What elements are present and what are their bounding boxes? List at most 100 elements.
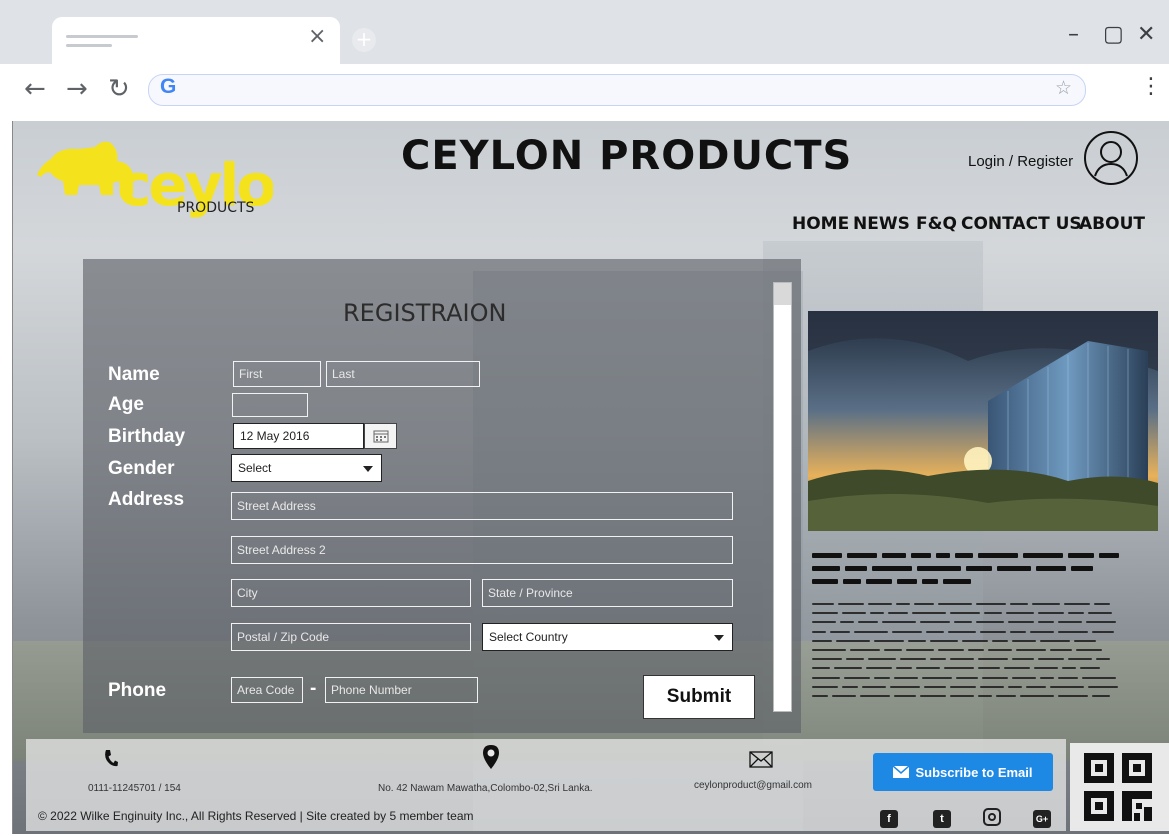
placeholder-text-line (874, 676, 890, 679)
placeholder-text-line (1026, 685, 1046, 688)
placeholder-text-line (1006, 612, 1034, 615)
gender-label: Gender (108, 458, 175, 479)
footer-email[interactable]: ceylonproduct@gmail.com (694, 780, 812, 791)
placeholder-text-line (1050, 685, 1084, 688)
placeholder-heading-line (847, 553, 877, 558)
placeholder-text-line (980, 630, 1006, 633)
nav-contact-us[interactable]: CONTACT US (961, 214, 1082, 234)
placeholder-text-line (1040, 639, 1070, 642)
new-tab-button[interactable]: + (352, 28, 376, 52)
country-select[interactable]: Select Country (482, 623, 733, 651)
qr-code (1070, 743, 1169, 831)
placeholder-text-line (1058, 630, 1088, 633)
placeholder-text-line (926, 630, 944, 633)
footer-copyright: © 2022 Wilke Enginuity Inc., All Rights … (38, 809, 474, 823)
placeholder-text-line (1032, 603, 1060, 605)
building-photo (808, 311, 1158, 531)
birthday-label: Birthday (108, 426, 186, 447)
placeholder-heading-line (882, 553, 906, 558)
email-icon (749, 751, 773, 768)
phone-number-input[interactable] (325, 677, 478, 703)
placeholder-text-line (812, 612, 838, 615)
placeholder-text-line (930, 639, 958, 642)
age-input[interactable] (232, 393, 308, 417)
minimize-icon[interactable]: – (1068, 22, 1079, 47)
city-input[interactable] (231, 579, 471, 607)
placeholder-text-line (1092, 630, 1114, 633)
instagram-icon[interactable] (983, 808, 1001, 826)
submit-button[interactable]: Submit (643, 675, 755, 719)
placeholder-text-line (978, 695, 992, 697)
placeholder-text-line (924, 685, 946, 688)
gender-select[interactable]: Select (231, 454, 382, 482)
postal-zip-input[interactable] (231, 623, 471, 651)
calendar-icon[interactable] (364, 423, 397, 449)
browser-tab[interactable] (52, 17, 340, 64)
placeholder-text-line (920, 695, 946, 697)
area-code-input[interactable] (231, 677, 303, 703)
login-register-link[interactable]: Login / Register (968, 153, 1073, 170)
placeholder-heading-line (897, 579, 917, 584)
nav-about[interactable]: ABOUT (1079, 214, 1145, 234)
logo-subtitle: PRODUCTS (177, 200, 255, 216)
facebook-icon[interactable]: f (880, 810, 898, 828)
placeholder-text-line (812, 649, 846, 651)
placeholder-text-line (988, 649, 1012, 651)
placeholder-text-line (1012, 658, 1034, 661)
maximize-icon[interactable]: ▢ (1103, 22, 1124, 47)
placeholder-text-line (846, 658, 864, 661)
placeholder-text-line (950, 612, 980, 615)
twitter-icon[interactable]: t (933, 810, 951, 828)
footer-address: No. 42 Nawam Mawatha,Colombo-02,Sri Lank… (378, 783, 593, 794)
placeholder-text-line (1040, 676, 1054, 679)
google-plus-icon[interactable]: G+ (1033, 810, 1051, 828)
bookmark-star-icon[interactable]: ☆ (1055, 77, 1072, 99)
address-label: Address (108, 489, 185, 510)
placeholder-text-line (914, 603, 934, 605)
placeholder-text-line (888, 612, 908, 615)
street-address-2-input[interactable] (231, 536, 733, 564)
browser-menu-icon[interactable]: ⋮ (1140, 74, 1162, 99)
panel-scrollbar[interactable] (773, 282, 792, 712)
placeholder-text-line (908, 639, 926, 642)
forward-icon[interactable]: → (66, 74, 88, 104)
state-province-input[interactable] (482, 579, 733, 607)
placeholder-text-line (1010, 630, 1026, 633)
nav-news[interactable]: NEWS (853, 214, 910, 234)
placeholder-text-line (1058, 676, 1078, 679)
tab-close-icon[interactable]: × (308, 24, 326, 49)
subscribe-email-button[interactable]: Subscribe to Email (873, 753, 1053, 791)
placeholder-text-line (1068, 658, 1092, 661)
back-icon[interactable]: ← (24, 74, 46, 104)
birthday-value: 12 May 2016 (240, 429, 310, 443)
placeholder-text-line (842, 612, 866, 615)
window-close-icon[interactable]: ✕ (1137, 22, 1155, 47)
placeholder-text-line (1074, 639, 1096, 642)
birthday-input[interactable]: 12 May 2016 (233, 423, 364, 449)
panel-scroll-thumb[interactable] (774, 283, 791, 305)
placeholder-text-line (900, 658, 926, 661)
instagram-lens (988, 813, 996, 821)
last-name-input[interactable] (326, 361, 480, 387)
placeholder-text-line (812, 685, 838, 688)
placeholder-text-line (1064, 603, 1090, 605)
placeholder-text-line (938, 649, 964, 651)
placeholder-text-line (894, 695, 916, 697)
street-address-input[interactable] (231, 492, 733, 520)
first-name-input[interactable] (233, 361, 321, 387)
address-bar[interactable] (148, 74, 1086, 106)
placeholder-text-line (950, 695, 974, 697)
placeholder-text-line (912, 612, 946, 615)
tab-title-placeholder (66, 35, 138, 38)
footer-phone: 0111-11245701 / 154 (88, 783, 181, 794)
tab-title-placeholder-2 (66, 44, 112, 47)
reload-icon[interactable]: ↻ (108, 74, 130, 104)
nav-faq[interactable]: F&Q (916, 214, 957, 234)
placeholder-text-line (896, 603, 910, 605)
nav-home[interactable]: HOME (792, 214, 849, 234)
user-avatar-icon[interactable] (1083, 130, 1139, 186)
placeholder-heading-line (812, 553, 842, 558)
registration-title: REGISTRAION (343, 299, 507, 327)
placeholder-text-line (832, 695, 856, 697)
placeholder-text-line (1016, 649, 1046, 651)
